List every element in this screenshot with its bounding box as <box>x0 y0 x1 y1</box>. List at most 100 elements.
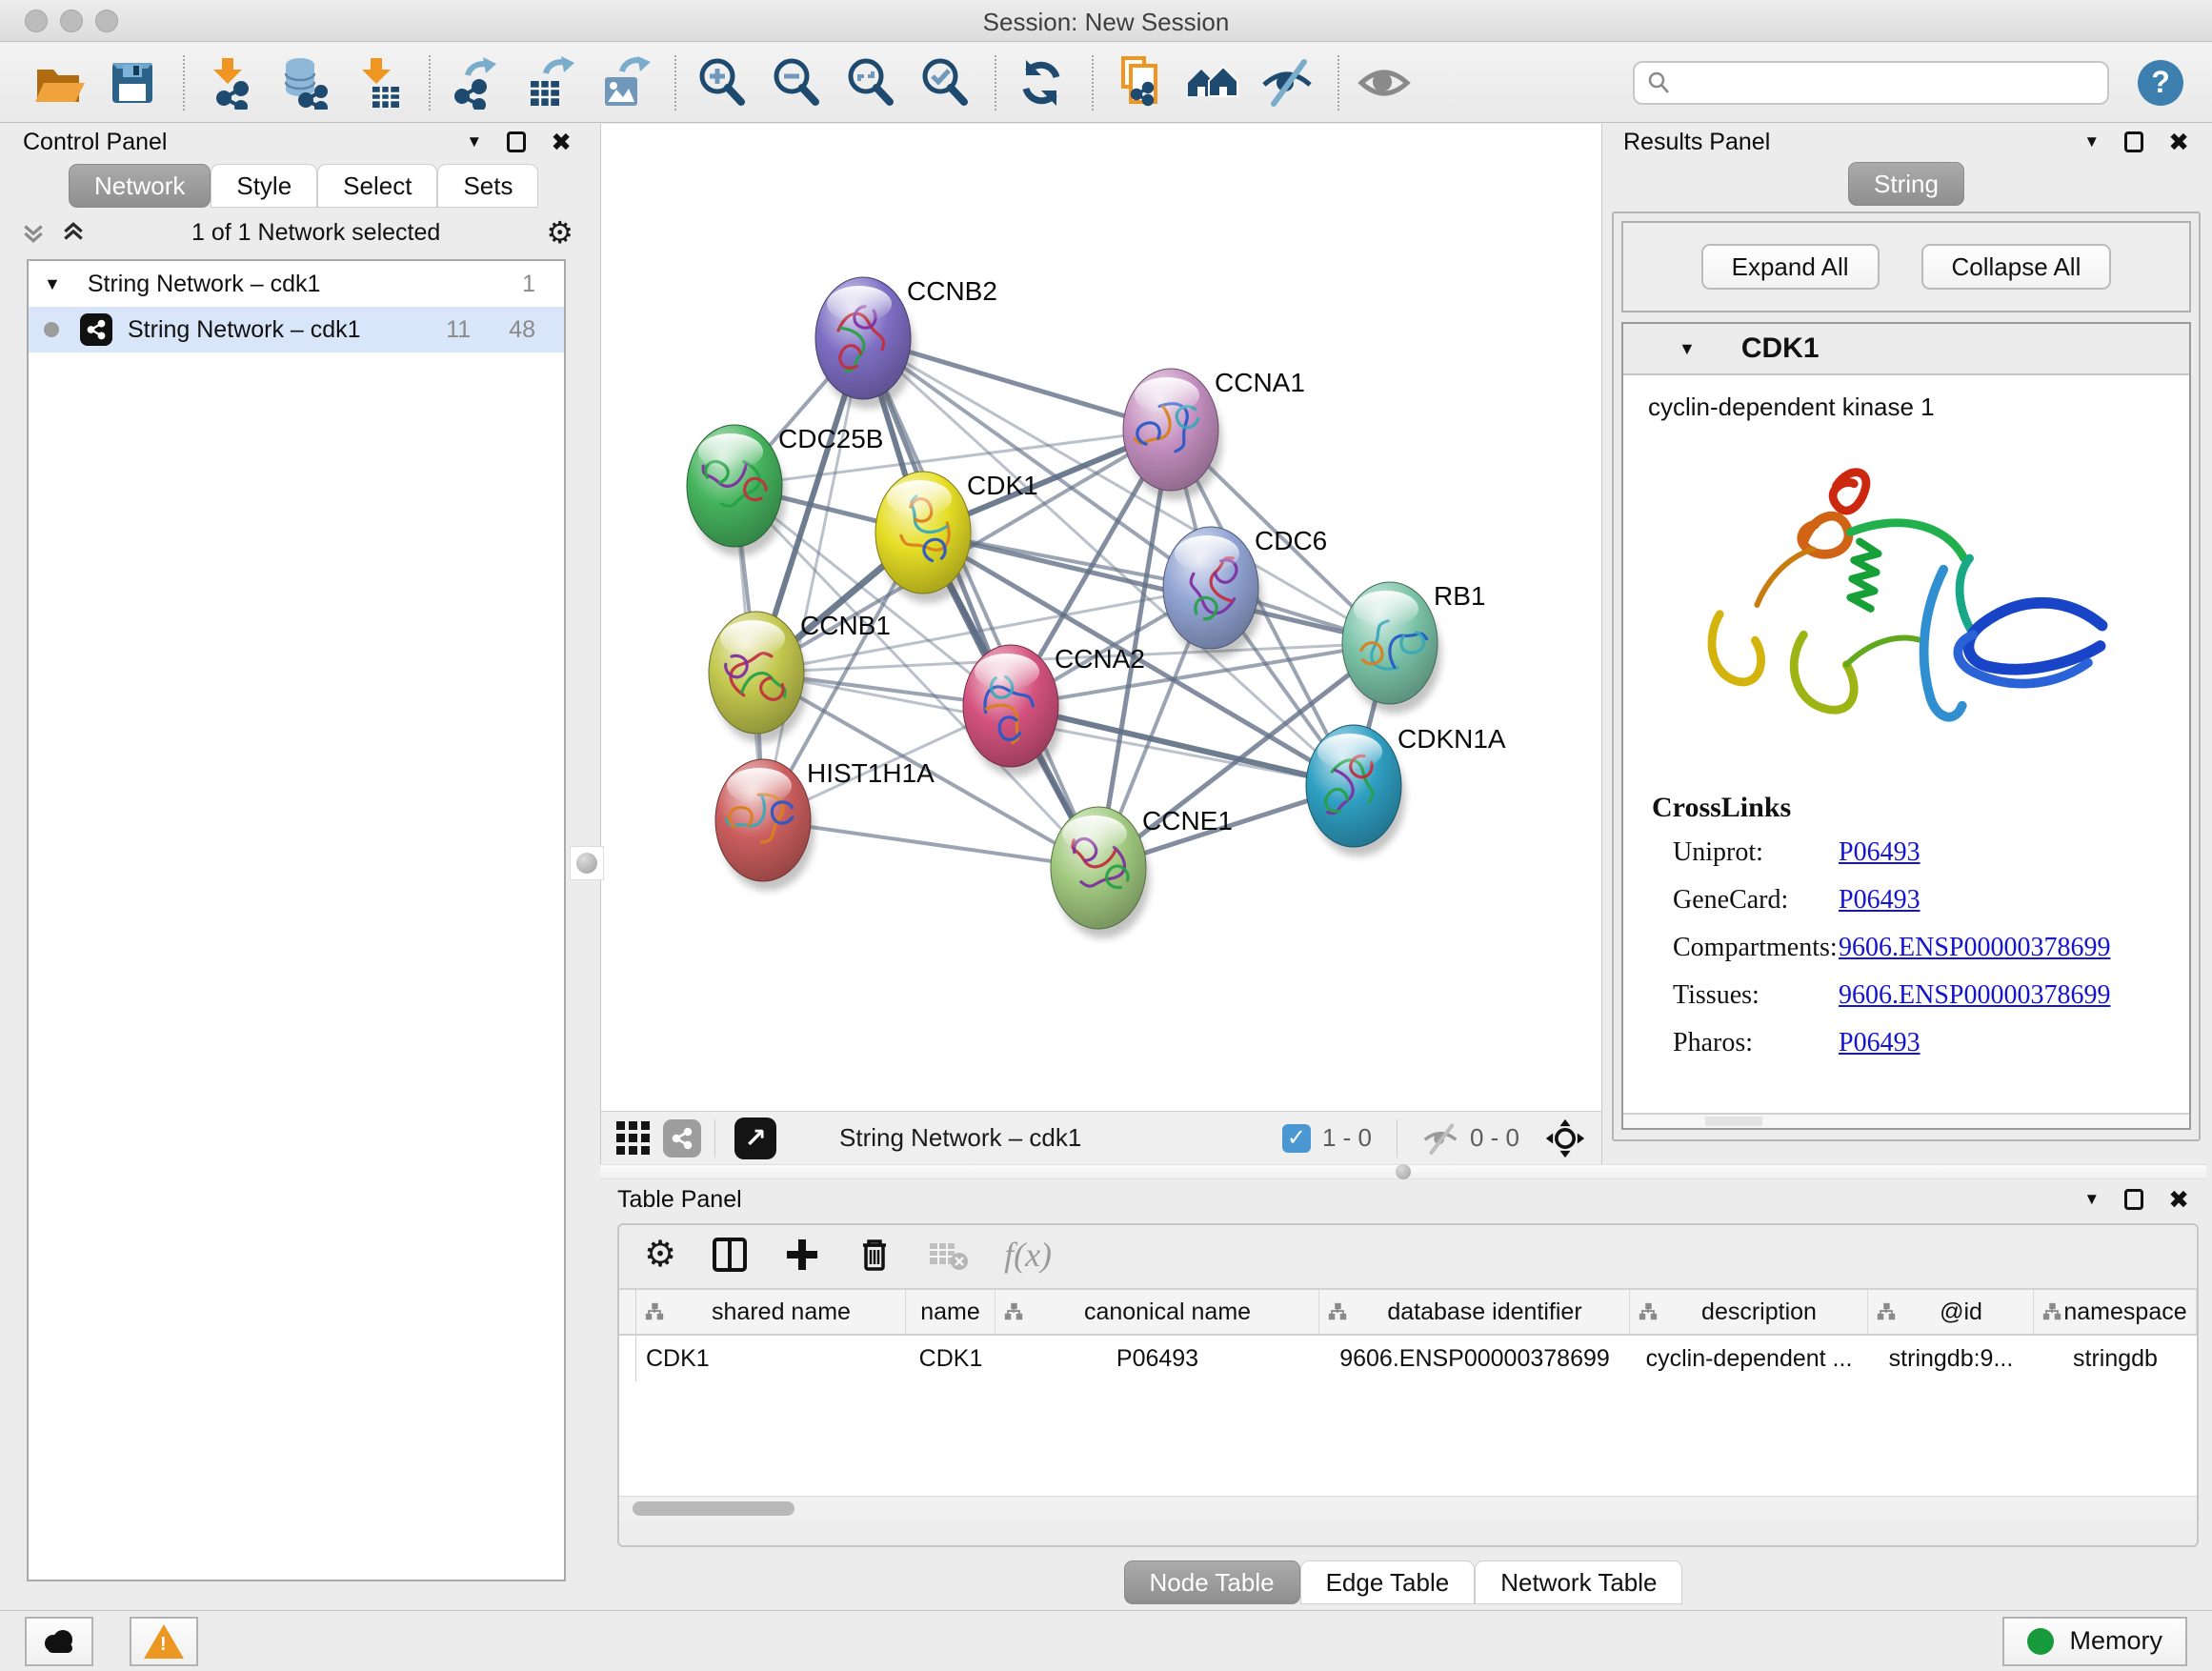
network-node-CCNB2[interactable] <box>815 277 915 409</box>
network-collection-row[interactable]: ▼ String Network – cdk1 1 <box>29 261 564 307</box>
tab-edge-table[interactable]: Edge Table <box>1300 1560 1476 1604</box>
column-type-icon <box>1327 1301 1348 1322</box>
zoom-out-button[interactable] <box>766 53 825 112</box>
node-label-CDK1: CDK1 <box>967 471 1038 500</box>
table-cell[interactable]: stringdb:9... <box>1868 1345 2034 1373</box>
table-cell[interactable]: 9606.ENSP00000378699 <box>1319 1345 1630 1373</box>
column-header-database-identifier[interactable]: database identifier <box>1319 1290 1630 1334</box>
column-header-description[interactable]: description <box>1630 1290 1868 1334</box>
hide-selected-button[interactable] <box>1257 53 1317 112</box>
network-overview-icon[interactable] <box>663 1119 701 1158</box>
expand-all-icon[interactable] <box>61 220 86 245</box>
column-header-name[interactable]: name <box>906 1290 995 1334</box>
protein-accordion-header[interactable]: ▼ CDK1 <box>1623 324 2189 375</box>
cloud-status-button[interactable] <box>25 1617 93 1666</box>
collapse-all-icon[interactable] <box>21 220 46 245</box>
memory-button[interactable]: Memory <box>2002 1617 2187 1666</box>
detach-view-icon[interactable]: ↗ <box>734 1117 776 1159</box>
tab-style[interactable]: Style <box>211 164 317 208</box>
expand-all-button[interactable]: Expand All <box>1701 244 1880 290</box>
tab-string[interactable]: String <box>1848 162 1964 206</box>
show-hide-graphics-button[interactable] <box>1183 53 1242 112</box>
tab-network-table[interactable]: Network Table <box>1475 1560 1682 1604</box>
network-node-CCNB1[interactable] <box>709 612 808 743</box>
float-panel-icon[interactable] <box>2124 1189 2143 1210</box>
clone-network-button[interactable] <box>1109 53 1168 112</box>
tab-node-table[interactable]: Node Table <box>1124 1560 1300 1604</box>
network-canvas[interactable]: CCNB2CCNA1CDC25BCDK1CDC6RB1CCNB1CCNA2CDK… <box>601 124 1601 1111</box>
network-node-CCNA2[interactable] <box>963 645 1062 776</box>
float-panel-icon[interactable] <box>2124 131 2143 152</box>
close-panel-icon[interactable]: ✖ <box>2168 130 2189 154</box>
tab-sets[interactable]: Sets <box>437 164 538 208</box>
search-input[interactable] <box>1680 69 2096 97</box>
collapse-all-button[interactable]: Collapse All <box>1921 244 2112 290</box>
zoom-fit-button[interactable] <box>840 53 899 112</box>
horizontal-splitter[interactable] <box>600 1164 2206 1179</box>
collapse-section-icon[interactable]: ▼ <box>1679 339 1696 359</box>
results-scrollbar[interactable] <box>1623 1113 2189 1128</box>
table-cell[interactable]: CDK1 <box>636 1345 906 1373</box>
crosslink-link[interactable]: 9606.ENSP00000378699 <box>1839 933 2110 963</box>
node-label-RB1: RB1 <box>1434 581 1485 611</box>
collapse-tree-icon[interactable]: ▼ <box>44 274 61 294</box>
grid-view-icon[interactable] <box>616 1121 650 1155</box>
vertical-splitter-grip[interactable] <box>570 846 604 880</box>
table-horizontal-scrollbar[interactable] <box>619 1496 2197 1520</box>
export-table-button[interactable] <box>520 53 579 112</box>
table-cell[interactable]: cyclin-dependent ... <box>1630 1345 1868 1373</box>
crosslink-link[interactable]: 9606.ENSP00000378699 <box>1839 980 2110 1011</box>
show-columns-icon[interactable] <box>711 1236 749 1274</box>
search-field[interactable] <box>1633 61 2109 105</box>
network-node-HIST1H1A[interactable] <box>715 759 814 891</box>
network-node-RB1[interactable] <box>1342 582 1441 714</box>
close-panel-icon[interactable]: ✖ <box>551 130 572 154</box>
add-column-icon[interactable] <box>783 1236 821 1274</box>
import-table-from-file-button[interactable] <box>349 53 408 112</box>
help-button[interactable]: ? <box>2138 60 2183 106</box>
save-session-button[interactable] <box>103 53 162 112</box>
crosslink-link[interactable]: P06493 <box>1839 1028 1920 1058</box>
network-row[interactable]: String Network – cdk1 11 48 <box>29 307 564 352</box>
column-header-label: @id <box>1897 1299 2025 1326</box>
crosslink-link[interactable]: P06493 <box>1839 885 1920 916</box>
network-node-CCNE1[interactable] <box>1051 807 1150 938</box>
network-node-CDK1[interactable] <box>875 472 975 603</box>
column-header--id[interactable]: @id <box>1868 1290 2034 1334</box>
table-cell[interactable]: P06493 <box>995 1345 1319 1373</box>
export-network-button[interactable] <box>446 53 505 112</box>
column-header-shared-name[interactable]: shared name <box>636 1290 906 1334</box>
network-node-CDC6[interactable] <box>1163 527 1262 658</box>
tab-select[interactable]: Select <box>317 164 437 208</box>
import-network-from-file-button[interactable] <box>200 53 259 112</box>
column-header-namespace[interactable]: namespace <box>2034 1290 2197 1334</box>
birdseye-crosshair-icon[interactable] <box>1544 1117 1586 1159</box>
tab-network[interactable]: Network <box>69 164 211 208</box>
panel-menu-icon[interactable]: ▼ <box>2083 132 2100 151</box>
zoom-selected-button[interactable] <box>915 53 974 112</box>
panel-menu-icon[interactable]: ▼ <box>466 132 482 151</box>
show-all-button[interactable] <box>1355 53 1414 112</box>
network-graph[interactable]: CCNB2CCNA1CDC25BCDK1CDC6RB1CCNB1CCNA2CDK… <box>601 124 1601 1111</box>
close-panel-icon[interactable]: ✖ <box>2168 1187 2189 1212</box>
export-image-button[interactable] <box>594 53 654 112</box>
network-node-CDKN1A[interactable] <box>1306 725 1405 856</box>
table-cell[interactable]: CDK1 <box>906 1345 995 1373</box>
crosslink-link[interactable]: P06493 <box>1839 837 1920 868</box>
scrollbar-thumb[interactable] <box>633 1501 794 1516</box>
refresh-button[interactable] <box>1012 53 1071 112</box>
float-panel-icon[interactable] <box>507 131 526 152</box>
selected-checkbox-icon[interactable]: ✓ <box>1282 1124 1311 1153</box>
table-settings-gear-icon[interactable]: ⚙ <box>644 1237 676 1273</box>
warnings-button[interactable]: ! <box>130 1617 198 1666</box>
table-row[interactable]: CDK1CDK1P064939606.ENSP00000378699cyclin… <box>619 1336 2197 1381</box>
table-cell[interactable]: stringdb <box>2034 1345 2197 1373</box>
open-session-button[interactable] <box>29 53 88 112</box>
panel-menu-icon[interactable]: ▼ <box>2083 1190 2100 1209</box>
import-network-from-database-button[interactable] <box>274 53 333 112</box>
network-node-CCNA1[interactable] <box>1123 369 1222 500</box>
column-header-canonical-name[interactable]: canonical name <box>995 1290 1319 1334</box>
delete-column-icon[interactable] <box>855 1236 894 1274</box>
gear-icon[interactable]: ⚙ <box>546 217 573 248</box>
zoom-in-button[interactable] <box>692 53 751 112</box>
